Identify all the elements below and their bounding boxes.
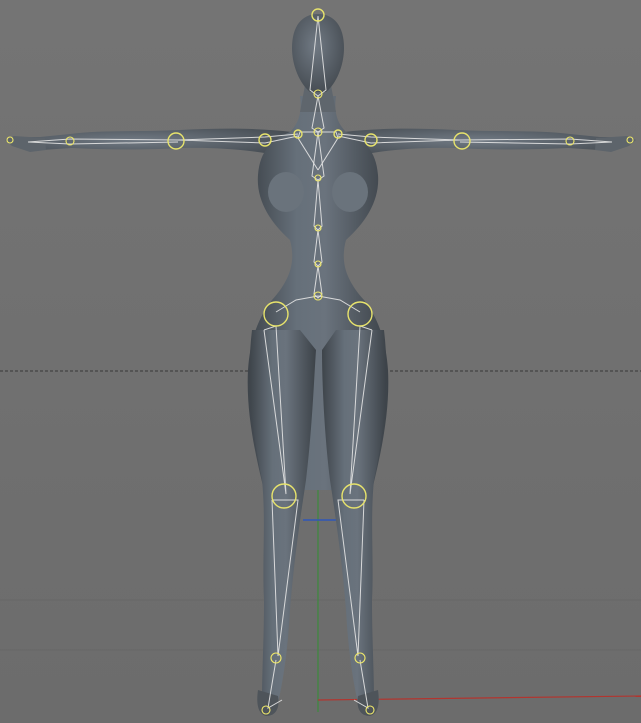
viewport-canvas[interactable] [0, 0, 641, 723]
3d-viewport[interactable] [0, 0, 641, 723]
left-breast-mesh [268, 172, 304, 212]
ground-grid [0, 599, 641, 651]
character-mesh[interactable] [5, 14, 636, 716]
right-hand-mesh [595, 136, 636, 152]
right-leg-mesh[interactable] [322, 330, 387, 713]
right-breast-mesh [332, 172, 368, 212]
left-hand-mesh [5, 136, 46, 152]
head-mesh[interactable] [292, 14, 344, 92]
left-leg-mesh[interactable] [249, 330, 316, 713]
